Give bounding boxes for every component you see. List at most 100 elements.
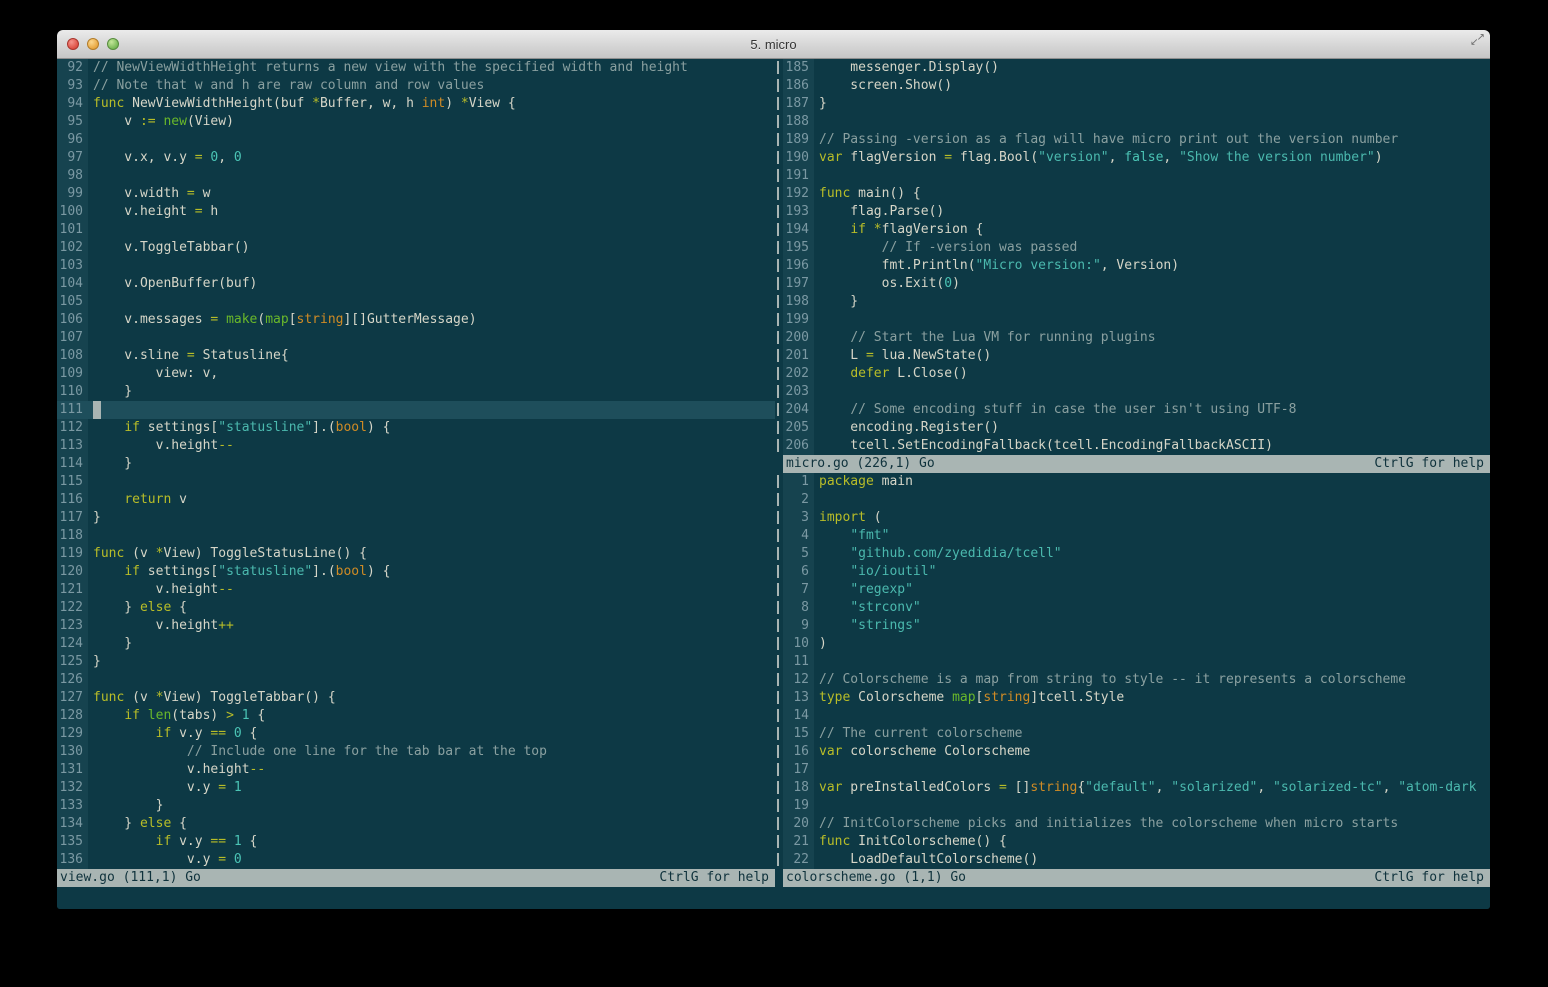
code-line[interactable]: 188 (783, 113, 1490, 131)
code-line[interactable]: 199 (783, 311, 1490, 329)
code-line[interactable]: 107 (57, 329, 775, 347)
code-line[interactable]: 116 return v (57, 491, 775, 509)
code-line[interactable]: 186 screen.Show() (783, 77, 1490, 95)
code-line[interactable]: 98 (57, 167, 775, 185)
code-line[interactable]: 8 "strconv" (783, 599, 1490, 617)
code-line[interactable]: 95 v := new(View) (57, 113, 775, 131)
code-line[interactable]: 101 (57, 221, 775, 239)
code-line[interactable]: 21func InitColorscheme() { (783, 833, 1490, 851)
code-line[interactable]: 99 v.width = w (57, 185, 775, 203)
code-line[interactable]: 20// InitColorscheme picks and initializ… (783, 815, 1490, 833)
code-line[interactable]: 104 v.OpenBuffer(buf) (57, 275, 775, 293)
code-line[interactable]: 131 v.height-- (57, 761, 775, 779)
code-line[interactable]: 2 (783, 491, 1490, 509)
code-line[interactable]: 195 // If -version was passed (783, 239, 1490, 257)
code-line[interactable]: 134 } else { (57, 815, 775, 833)
code-line[interactable]: 132 v.y = 1 (57, 779, 775, 797)
code-line[interactable]: 3import ( (783, 509, 1490, 527)
code-line[interactable]: 19 (783, 797, 1490, 815)
code-line[interactable]: 197 os.Exit(0) (783, 275, 1490, 293)
code-line[interactable]: 133 } (57, 797, 775, 815)
code-line[interactable]: 203 (783, 383, 1490, 401)
code-line[interactable]: 117} (57, 509, 775, 527)
code-line[interactable]: 119func (v *View) ToggleStatusLine() { (57, 545, 775, 563)
code-line[interactable]: 106 v.messages = make(map[string][]Gutte… (57, 311, 775, 329)
code-line[interactable]: 125} (57, 653, 775, 671)
code-line[interactable]: 118 (57, 527, 775, 545)
code-line[interactable]: 9 "strings" (783, 617, 1490, 635)
code-line[interactable]: 205 encoding.Register() (783, 419, 1490, 437)
code-line[interactable]: 191 (783, 167, 1490, 185)
code-line[interactable]: 122 } else { (57, 599, 775, 617)
code-line[interactable]: 193 flag.Parse() (783, 203, 1490, 221)
code-line[interactable]: 206 tcell.SetEncodingFallback(tcell.Enco… (783, 437, 1490, 455)
code-line[interactable]: 13type Colorscheme map[string]tcell.Styl… (783, 689, 1490, 707)
close-button[interactable] (67, 38, 79, 50)
code-line[interactable]: 12// Colorscheme is a map from string to… (783, 671, 1490, 689)
zoom-button[interactable] (107, 38, 119, 50)
code-area-view-go[interactable]: 92// NewViewWidthHeight returns a new vi… (57, 59, 775, 869)
code-line[interactable]: 111 (57, 401, 775, 419)
code-line[interactable]: 96 (57, 131, 775, 149)
code-line[interactable]: 135 if v.y == 1 { (57, 833, 775, 851)
line-number: 135 (57, 833, 88, 851)
code-line[interactable]: 196 fmt.Println("Micro version:", Versio… (783, 257, 1490, 275)
command-line[interactable] (57, 887, 1490, 909)
code-line[interactable]: 15// The current colorscheme (783, 725, 1490, 743)
code-line[interactable]: 11 (783, 653, 1490, 671)
code-line[interactable]: 112 if settings["statusline"].(bool) { (57, 419, 775, 437)
code-line[interactable]: 1package main (783, 473, 1490, 491)
code-line[interactable]: 130 // Include one line for the tab bar … (57, 743, 775, 761)
code-line[interactable]: 16var colorscheme Colorscheme (783, 743, 1490, 761)
code-line[interactable]: 110 } (57, 383, 775, 401)
code-line[interactable]: 121 v.height-- (57, 581, 775, 599)
code-line[interactable]: 115 (57, 473, 775, 491)
code-line[interactable]: 100 v.height = h (57, 203, 775, 221)
code-line[interactable]: 200 // Start the Lua VM for running plug… (783, 329, 1490, 347)
code-line[interactable]: 126 (57, 671, 775, 689)
code-line[interactable]: 22 LoadDefaultColorscheme() (783, 851, 1490, 869)
code-line[interactable]: 105 (57, 293, 775, 311)
code-line[interactable]: 6 "io/ioutil" (783, 563, 1490, 581)
code-line[interactable]: 120 if settings["statusline"].(bool) { (57, 563, 775, 581)
code-line[interactable]: 204 // Some encoding stuff in case the u… (783, 401, 1490, 419)
code-line[interactable]: 124 } (57, 635, 775, 653)
code-line[interactable]: 10) (783, 635, 1490, 653)
code-line[interactable]: 201 L = lua.NewState() (783, 347, 1490, 365)
fullscreen-arrows-icon[interactable]: ↗ ↙ (1470, 33, 1485, 48)
code-line[interactable]: 192func main() { (783, 185, 1490, 203)
code-line[interactable]: 185 messenger.Display() (783, 59, 1490, 77)
code-line[interactable]: 102 v.ToggleTabbar() (57, 239, 775, 257)
code-line[interactable]: 129 if v.y == 0 { (57, 725, 775, 743)
code-line[interactable]: 187} (783, 95, 1490, 113)
title-bar[interactable]: 5. micro ↗ ↙ (57, 30, 1490, 59)
code-line[interactable]: 189// Passing -version as a flag will ha… (783, 131, 1490, 149)
code-line[interactable]: 103 (57, 257, 775, 275)
code-line[interactable]: 94func NewViewWidthHeight(buf *Buffer, w… (57, 95, 775, 113)
code-line[interactable]: 108 v.sline = Statusline{ (57, 347, 775, 365)
code-line[interactable]: 5 "github.com/zyedidia/tcell" (783, 545, 1490, 563)
code-line[interactable]: 123 v.height++ (57, 617, 775, 635)
code-line[interactable]: 4 "fmt" (783, 527, 1490, 545)
code-line[interactable]: 109 view: v, (57, 365, 775, 383)
code-line[interactable]: 92// NewViewWidthHeight returns a new vi… (57, 59, 775, 77)
code-line[interactable]: 97 v.x, v.y = 0, 0 (57, 149, 775, 167)
code-line[interactable]: 7 "regexp" (783, 581, 1490, 599)
code-line[interactable]: 194 if *flagVersion { (783, 221, 1490, 239)
code-line[interactable]: 128 if len(tabs) > 1 { (57, 707, 775, 725)
code-area-colorscheme-go[interactable]: 1package main23import (4 "fmt"5 "github.… (783, 473, 1490, 869)
code-line[interactable]: 17 (783, 761, 1490, 779)
code-line[interactable]: 136 v.y = 0 (57, 851, 775, 869)
minimize-button[interactable] (87, 38, 99, 50)
code-line[interactable]: 127func (v *View) ToggleTabbar() { (57, 689, 775, 707)
code-line[interactable]: 113 v.height-- (57, 437, 775, 455)
code-line[interactable]: 190var flagVersion = flag.Bool("version"… (783, 149, 1490, 167)
code-line[interactable]: 202 defer L.Close() (783, 365, 1490, 383)
code-line[interactable]: 114 } (57, 455, 775, 473)
code-line[interactable]: 18var preInstalledColors = []string{"def… (783, 779, 1490, 797)
code-line[interactable]: 198 } (783, 293, 1490, 311)
code-area-micro-go[interactable]: 185 messenger.Display()186 screen.Show()… (783, 59, 1490, 455)
status-help-hint: CtrlG for help (1374, 455, 1484, 473)
code-line[interactable]: 93// Note that w and h are raw column an… (57, 77, 775, 95)
code-line[interactable]: 14 (783, 707, 1490, 725)
